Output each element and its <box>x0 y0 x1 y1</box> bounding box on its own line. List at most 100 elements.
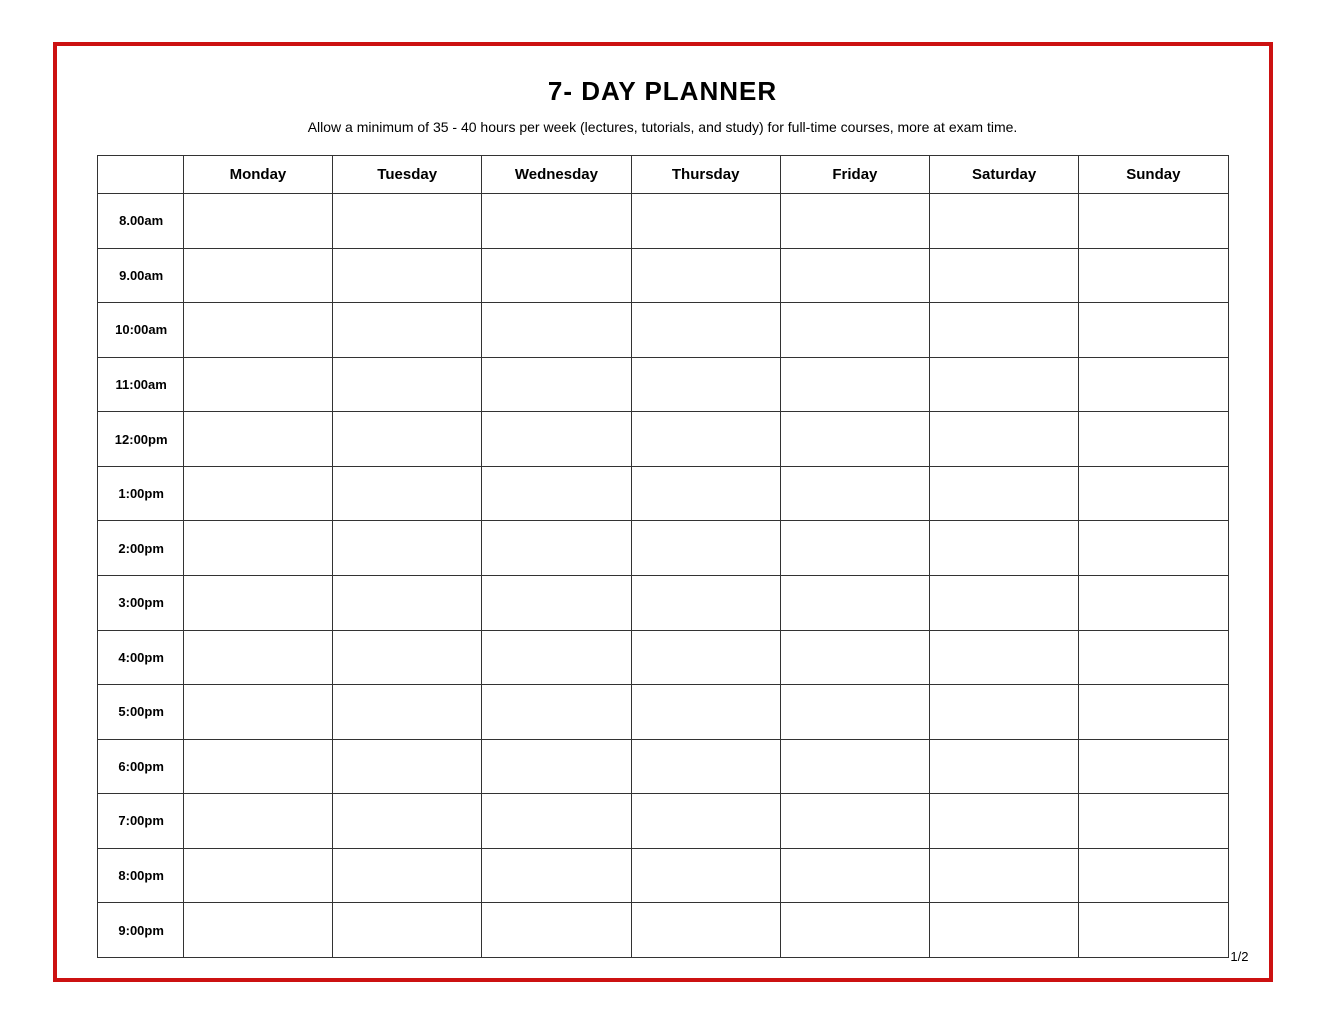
day-cell[interactable] <box>780 575 929 630</box>
day-cell[interactable] <box>780 194 929 249</box>
day-cell[interactable] <box>631 357 780 412</box>
day-cell[interactable] <box>780 630 929 685</box>
day-cell[interactable] <box>183 412 332 467</box>
day-cell[interactable] <box>780 739 929 794</box>
day-cell[interactable] <box>333 412 482 467</box>
day-cell[interactable] <box>482 248 631 303</box>
day-cell[interactable] <box>482 412 631 467</box>
day-cell[interactable] <box>482 685 631 740</box>
day-cell[interactable] <box>333 521 482 576</box>
day-cell[interactable] <box>183 303 332 358</box>
day-cell[interactable] <box>183 739 332 794</box>
day-cell[interactable] <box>183 903 332 958</box>
day-cell[interactable] <box>1079 630 1228 685</box>
day-cell[interactable] <box>631 248 780 303</box>
day-cell[interactable] <box>183 194 332 249</box>
day-cell[interactable] <box>930 739 1079 794</box>
day-cell[interactable] <box>183 794 332 849</box>
day-cell[interactable] <box>631 685 780 740</box>
day-cell[interactable] <box>482 903 631 958</box>
day-cell[interactable] <box>183 848 332 903</box>
day-cell[interactable] <box>930 848 1079 903</box>
day-cell[interactable] <box>1079 521 1228 576</box>
day-cell[interactable] <box>930 685 1079 740</box>
day-cell[interactable] <box>183 685 332 740</box>
day-cell[interactable] <box>780 685 929 740</box>
page-container: 7- DAY PLANNER Allow a minimum of 35 - 4… <box>53 42 1273 982</box>
day-cell[interactable] <box>1079 303 1228 358</box>
day-cell[interactable] <box>1079 412 1228 467</box>
day-cell[interactable] <box>930 412 1079 467</box>
day-cell[interactable] <box>1079 794 1228 849</box>
day-cell[interactable] <box>333 466 482 521</box>
day-cell[interactable] <box>780 521 929 576</box>
day-cell[interactable] <box>183 575 332 630</box>
day-cell[interactable] <box>333 739 482 794</box>
day-cell[interactable] <box>482 848 631 903</box>
day-cell[interactable] <box>780 412 929 467</box>
day-cell[interactable] <box>333 575 482 630</box>
table-row: 8.00am <box>97 194 1228 249</box>
day-cell[interactable] <box>183 248 332 303</box>
day-cell[interactable] <box>333 685 482 740</box>
day-cell[interactable] <box>930 794 1079 849</box>
day-cell[interactable] <box>930 248 1079 303</box>
day-cell[interactable] <box>780 903 929 958</box>
day-cell[interactable] <box>333 903 482 958</box>
day-cell[interactable] <box>930 194 1079 249</box>
day-cell[interactable] <box>1079 739 1228 794</box>
day-cell[interactable] <box>333 630 482 685</box>
day-cell[interactable] <box>631 303 780 358</box>
day-cell[interactable] <box>631 848 780 903</box>
day-cell[interactable] <box>1079 848 1228 903</box>
day-cell[interactable] <box>482 630 631 685</box>
day-cell[interactable] <box>482 466 631 521</box>
day-cell[interactable] <box>482 303 631 358</box>
day-cell[interactable] <box>183 521 332 576</box>
day-cell[interactable] <box>930 903 1079 958</box>
day-cell[interactable] <box>482 357 631 412</box>
day-cell[interactable] <box>780 466 929 521</box>
day-cell[interactable] <box>631 521 780 576</box>
day-cell[interactable] <box>780 303 929 358</box>
day-cell[interactable] <box>930 466 1079 521</box>
day-cell[interactable] <box>780 794 929 849</box>
day-cell[interactable] <box>631 739 780 794</box>
day-cell[interactable] <box>333 794 482 849</box>
day-cell[interactable] <box>1079 357 1228 412</box>
day-cell[interactable] <box>482 575 631 630</box>
day-cell[interactable] <box>482 521 631 576</box>
day-cell[interactable] <box>780 248 929 303</box>
day-cell[interactable] <box>631 630 780 685</box>
day-cell[interactable] <box>631 412 780 467</box>
day-cell[interactable] <box>1079 575 1228 630</box>
day-cell[interactable] <box>930 630 1079 685</box>
day-cell[interactable] <box>183 630 332 685</box>
day-cell[interactable] <box>631 194 780 249</box>
day-cell[interactable] <box>333 848 482 903</box>
day-cell[interactable] <box>482 739 631 794</box>
day-cell[interactable] <box>930 357 1079 412</box>
day-cell[interactable] <box>183 357 332 412</box>
day-cell[interactable] <box>631 903 780 958</box>
day-cell[interactable] <box>333 357 482 412</box>
day-cell[interactable] <box>1079 685 1228 740</box>
day-cell[interactable] <box>930 303 1079 358</box>
day-cell[interactable] <box>333 303 482 358</box>
day-cell[interactable] <box>333 248 482 303</box>
day-cell[interactable] <box>183 466 332 521</box>
day-cell[interactable] <box>780 848 929 903</box>
day-cell[interactable] <box>631 466 780 521</box>
day-cell[interactable] <box>1079 466 1228 521</box>
day-cell[interactable] <box>631 794 780 849</box>
day-cell[interactable] <box>930 521 1079 576</box>
day-cell[interactable] <box>930 575 1079 630</box>
day-cell[interactable] <box>631 575 780 630</box>
day-cell[interactable] <box>482 194 631 249</box>
day-cell[interactable] <box>1079 248 1228 303</box>
day-cell[interactable] <box>780 357 929 412</box>
day-cell[interactable] <box>333 194 482 249</box>
day-cell[interactable] <box>1079 903 1228 958</box>
day-cell[interactable] <box>482 794 631 849</box>
day-cell[interactable] <box>1079 194 1228 249</box>
